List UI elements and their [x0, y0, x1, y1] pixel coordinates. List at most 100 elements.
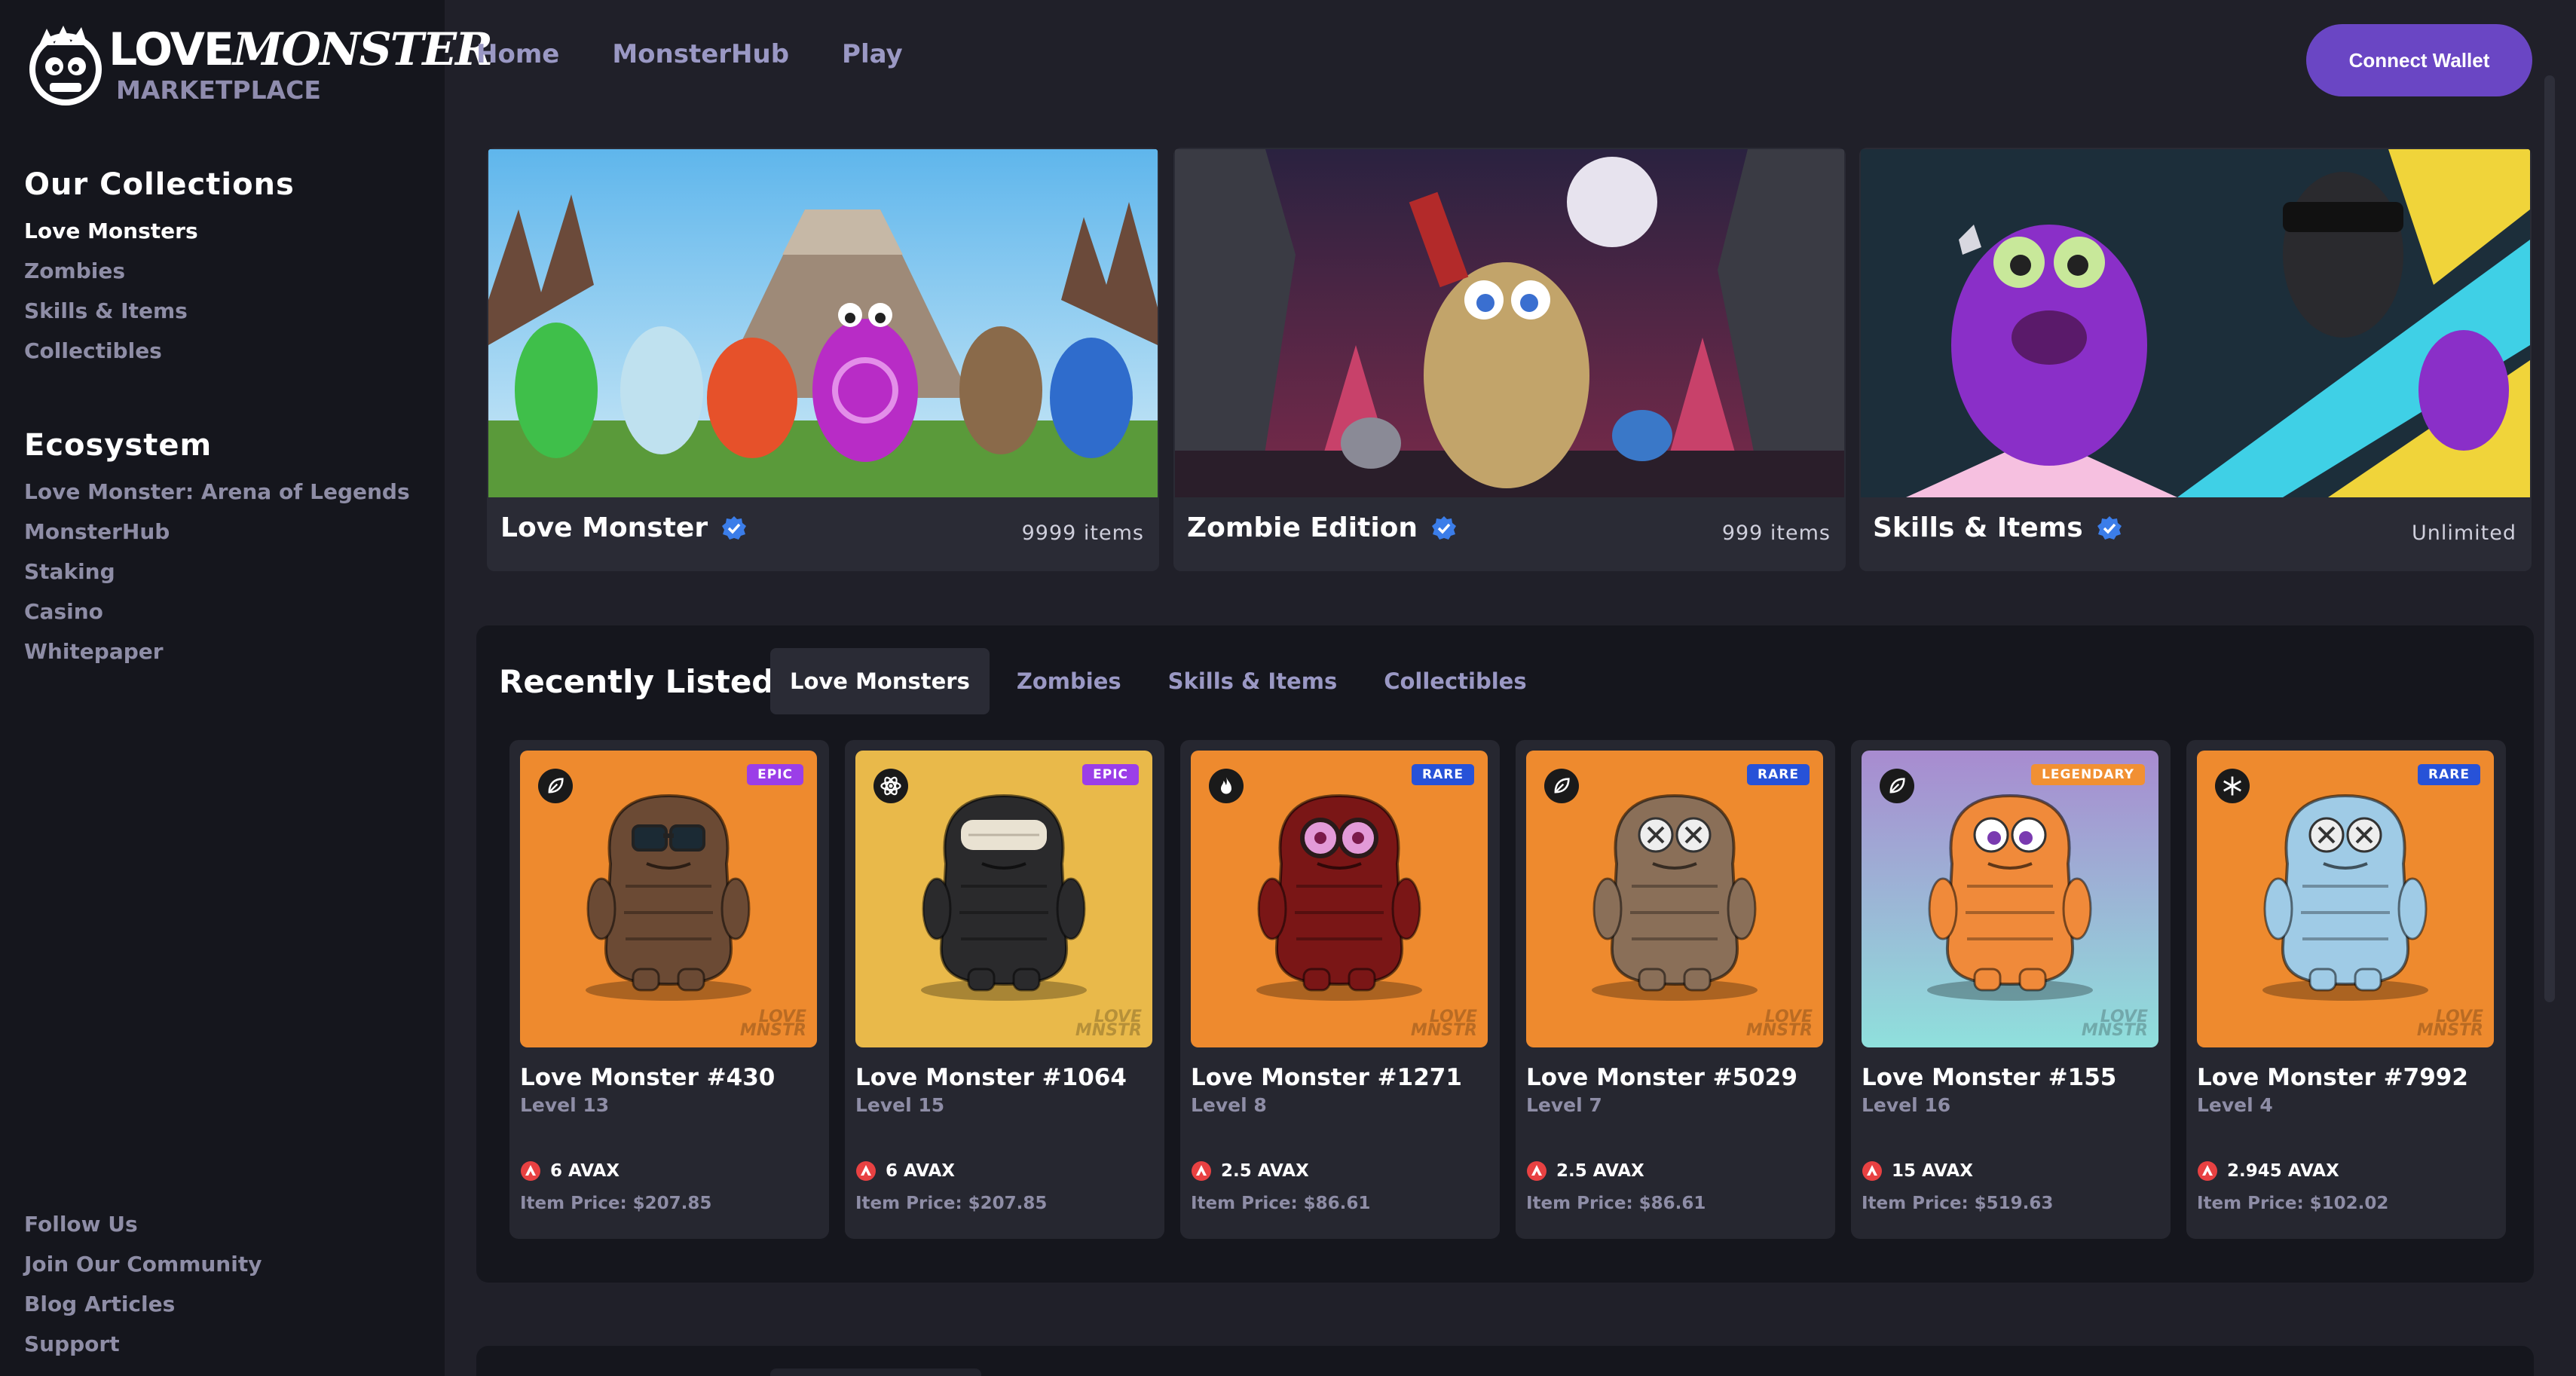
rarity-badge: RARE: [2418, 764, 2480, 785]
collection-item-count: Unlimited: [2411, 521, 2516, 545]
sidebar-item-love-monsters[interactable]: Love Monsters: [24, 211, 295, 251]
avax-icon: [1527, 1161, 1547, 1181]
connect-wallet-button[interactable]: Connect Wallet: [2306, 24, 2532, 96]
collection-banner-love-monster: [488, 149, 1158, 497]
snow-element-icon: [2215, 769, 2250, 803]
nft-card[interactable]: EPIC LOVE MNSTR Love Monster #1064 Level …: [845, 740, 1164, 1239]
rarity-badge: RARE: [1412, 764, 1474, 785]
nft-level: Level 15: [855, 1094, 945, 1116]
nft-level: Level 7: [1526, 1094, 1602, 1116]
sidebar-item-staking[interactable]: Staking: [24, 552, 410, 592]
nft-usd-price: Item Price: $207.85: [520, 1194, 712, 1213]
logo[interactable]: LOVEMONSTER MARKETPLACE: [24, 23, 493, 112]
collection-card-love-monster[interactable]: Love Monster 9999 items: [487, 148, 1159, 571]
collection-title-zombie-edition: Zombie Edition: [1187, 512, 1457, 543]
nft-usd-price: Item Price: $86.61: [1526, 1194, 1706, 1213]
avax-icon: [521, 1161, 540, 1181]
recently-listed-panel: Recently Listed Love Monsters Zombies Sk…: [476, 625, 2534, 1283]
rarity-badge: LEGENDARY: [2031, 764, 2145, 785]
nft-card[interactable]: EPIC LOVE MNSTR Love Monster #430 Level 1…: [509, 740, 829, 1239]
nft-image: RARE LOVE MNSTR: [1526, 751, 1823, 1047]
watermark-logo: LOVE MNSTR: [1745, 1007, 1813, 1041]
watermark-logo: LOVE MNSTR: [2416, 1007, 2483, 1041]
recently-listed-tabs: Love Monsters Zombies Skills & Items Col…: [770, 648, 1547, 714]
tab-collectibles[interactable]: Collectibles: [1364, 648, 1546, 714]
sidebar-item-whitepaper[interactable]: Whitepaper: [24, 631, 410, 671]
leaf-element-icon: [1880, 769, 1914, 803]
nft-level: Level 8: [1191, 1094, 1267, 1116]
atom-element-icon: [873, 769, 908, 803]
nft-level: Level 13: [520, 1094, 610, 1116]
monster-head-logo-icon: [29, 26, 102, 105]
collection-name: Love Monster: [500, 512, 708, 543]
rarity-badge: EPIC: [1082, 764, 1139, 785]
verified-badge-icon: [2097, 515, 2122, 540]
collection-item-count: 9999 items: [1021, 521, 1144, 545]
footer-support[interactable]: Support: [24, 1324, 262, 1364]
collection-banner-skills-items: [1861, 149, 2530, 497]
avax-icon: [1192, 1161, 1211, 1181]
collection-title-love-monster: Love Monster: [500, 512, 747, 543]
recently-listed-title: Recently Listed: [499, 663, 775, 700]
collection-name: Zombie Edition: [1187, 512, 1418, 543]
nft-image: LEGENDARY LOVE MNSTR: [1862, 751, 2158, 1047]
nav-play[interactable]: Play: [842, 39, 903, 69]
tab-zombies[interactable]: Zombies: [997, 648, 1141, 714]
nft-image: RARE LOVE MNSTR: [2197, 751, 2494, 1047]
nft-name: Love Monster #7992: [2197, 1064, 2468, 1091]
tab-skills-items[interactable]: Skills & Items: [1149, 648, 1357, 714]
nav-home[interactable]: Home: [476, 39, 559, 69]
collections-heading: Our Collections: [24, 167, 295, 202]
nft-usd-price: Item Price: $86.61: [1191, 1194, 1371, 1213]
fire-element-icon: [1209, 769, 1244, 803]
leaf-element-icon: [538, 769, 573, 803]
tab-love-monsters[interactable]: Love Monsters: [770, 648, 990, 714]
nft-card[interactable]: LEGENDARY LOVE MNSTR Love Monster #155 Le…: [1851, 740, 2171, 1239]
footer-join-community[interactable]: Join Our Community: [24, 1244, 262, 1284]
nft-usd-price: Item Price: $207.85: [855, 1194, 1048, 1213]
sidebar-item-skills-items[interactable]: Skills & Items: [24, 291, 295, 331]
collection-card-skills-items[interactable]: Skills & Items Unlimited: [1859, 148, 2532, 571]
sidebar-item-arena-of-legends[interactable]: Love Monster: Arena of Legends: [24, 472, 410, 512]
nft-card[interactable]: RARE LOVE MNSTR Love Monster #1271 Level …: [1180, 740, 1500, 1239]
avax-icon: [856, 1161, 876, 1181]
scrollbar-thumb[interactable]: [2544, 75, 2555, 1002]
collection-name: Skills & Items: [1873, 512, 2083, 543]
watermark-logo: LOVE MNSTR: [1075, 1007, 1142, 1041]
logo-wordmark: LOVEMONSTER: [109, 23, 493, 76]
nft-name: Love Monster #430: [520, 1064, 776, 1091]
nft-price-amount: 6 AVAX: [886, 1161, 956, 1181]
watermark-logo: LOVE MNSTR: [1410, 1007, 1477, 1041]
avax-icon: [1862, 1161, 1882, 1181]
verified-badge-icon: [1432, 515, 1457, 540]
avax-icon: [2198, 1161, 2217, 1181]
watermark-logo: LOVE MNSTR: [2081, 1007, 2148, 1041]
nft-level: Level 16: [1862, 1094, 1951, 1116]
sidebar-item-zombies[interactable]: Zombies: [24, 251, 295, 291]
nft-usd-price: Item Price: $519.63: [1862, 1194, 2054, 1213]
nft-price-amount: 6 AVAX: [550, 1161, 620, 1181]
nft-card[interactable]: RARE LOVE MNSTR Love Monster #5029 Level …: [1516, 740, 1835, 1239]
sidebar-item-monsterhub[interactable]: MonsterHub: [24, 512, 410, 552]
collection-banner-zombie-edition: [1175, 149, 1844, 497]
nft-image: RARE LOVE MNSTR: [1191, 751, 1488, 1047]
top-nav: Home MonsterHub Play: [476, 39, 903, 69]
sidebar-item-collectibles[interactable]: Collectibles: [24, 331, 295, 371]
collection-item-count: 999 items: [1721, 521, 1831, 545]
nav-monsterhub[interactable]: MonsterHub: [612, 39, 789, 69]
app: LOVEMONSTER MARKETPLACE Our Collections …: [0, 0, 2576, 1376]
nft-price-amount: 2.945 AVAX: [2227, 1161, 2339, 1181]
nft-card[interactable]: RARE LOVE MNSTR Love Monster #7992 Level …: [2186, 740, 2506, 1239]
verified-badge-icon: [722, 515, 747, 540]
watermark-logo: LOVE MNSTR: [739, 1007, 806, 1041]
footer-blog-articles[interactable]: Blog Articles: [24, 1284, 262, 1324]
ecosystem-section: Ecosystem Love Monster: Arena of Legends…: [24, 428, 410, 671]
sidebar-item-casino[interactable]: Casino: [24, 592, 410, 631]
nft-price-amount: 15 AVAX: [1892, 1161, 1974, 1181]
nft-price-amount: 2.5 AVAX: [1221, 1161, 1309, 1181]
nft-price-amount: 2.5 AVAX: [1556, 1161, 1644, 1181]
rarity-badge: EPIC: [747, 764, 803, 785]
nft-image: EPIC LOVE MNSTR: [855, 751, 1152, 1047]
collection-card-zombie-edition[interactable]: Zombie Edition 999 items: [1173, 148, 1846, 571]
footer-follow-us[interactable]: Follow Us: [24, 1204, 262, 1244]
